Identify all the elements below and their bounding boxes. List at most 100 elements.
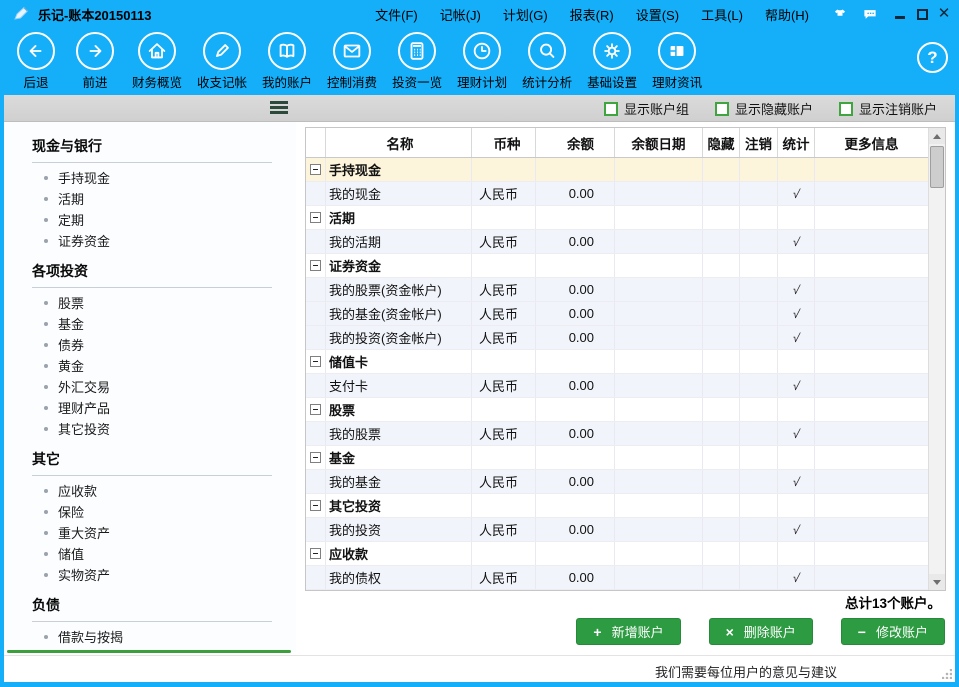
expand-cell[interactable]: [306, 494, 326, 517]
collapse-icon[interactable]: [310, 500, 321, 511]
sidebar-item[interactable]: 定期: [4, 209, 296, 230]
menu-item-5[interactable]: 工具(L): [701, 5, 743, 24]
skin-theme-icon[interactable]: [830, 6, 850, 22]
display-option-1[interactable]: 显示隐藏账户: [715, 99, 813, 118]
menu-item-3[interactable]: 报表(R): [570, 5, 614, 24]
checkbox-icon[interactable]: [715, 102, 729, 116]
maximize-button[interactable]: [915, 7, 929, 21]
feedback-bubble-icon[interactable]: [860, 6, 880, 22]
toolbar-button-finance-overview[interactable]: 财务概览: [132, 32, 182, 91]
expand-cell[interactable]: [306, 398, 326, 421]
menu-item-1[interactable]: 记帐(J): [440, 5, 481, 24]
toolbar-button-statistics[interactable]: 统计分析: [522, 32, 572, 91]
account-row[interactable]: 支付卡人民币0.00√: [306, 374, 928, 398]
group-row[interactable]: 基金: [306, 446, 928, 470]
sidebar-item[interactable]: 证券资金: [4, 230, 296, 251]
checkbox-icon[interactable]: [604, 102, 618, 116]
collapse-icon[interactable]: [310, 260, 321, 271]
checkbox-icon[interactable]: [839, 102, 853, 116]
scroll-down-icon[interactable]: [929, 574, 945, 590]
display-option-0[interactable]: 显示账户组: [604, 99, 689, 118]
expand-cell[interactable]: [306, 206, 326, 229]
collapse-icon[interactable]: [310, 452, 321, 463]
menu-item-0[interactable]: 文件(F): [375, 5, 418, 24]
sidebar-item[interactable]: 股票: [4, 292, 296, 313]
menu-item-4[interactable]: 设置(S): [636, 5, 679, 24]
sidebar-item[interactable]: 借款与按揭: [4, 626, 296, 647]
header-cell-0[interactable]: 名称: [326, 128, 472, 157]
account-row[interactable]: 我的活期人民币0.00√: [306, 230, 928, 254]
toolbar-button-forward[interactable]: 前进: [73, 32, 117, 91]
action-button-2[interactable]: −修改账户: [841, 618, 945, 645]
scroll-up-icon[interactable]: [929, 128, 945, 144]
group-row[interactable]: 活期: [306, 206, 928, 230]
header-cell-6[interactable]: 统计: [778, 128, 815, 157]
book-icon: [268, 32, 306, 70]
account-row[interactable]: 我的基金(资金帐户)人民币0.00√: [306, 302, 928, 326]
menu-item-2[interactable]: 计划(G): [503, 5, 548, 24]
sidebar-item[interactable]: 储值: [4, 543, 296, 564]
sidebar-item[interactable]: 保险: [4, 501, 296, 522]
expand-cell[interactable]: [306, 350, 326, 373]
account-row[interactable]: 我的投资(资金帐户)人民币0.00√: [306, 326, 928, 350]
account-row[interactable]: 我的债权人民币0.00√: [306, 566, 928, 590]
header-cell-7[interactable]: 更多信息: [815, 128, 928, 157]
toolbar-button-financial-plan[interactable]: 理财计划: [457, 32, 507, 91]
sidebar-item[interactable]: 其它投资: [4, 418, 296, 439]
minimize-button[interactable]: [893, 7, 907, 21]
header-cell-4[interactable]: 隐藏: [703, 128, 740, 157]
toolbar-button-investment-overview[interactable]: 投资一览: [392, 32, 442, 91]
sidebar-item[interactable]: 债券: [4, 334, 296, 355]
sidebar-item[interactable]: 基金: [4, 313, 296, 334]
toolbar-button-my-accounts[interactable]: 我的账户: [262, 32, 312, 91]
action-button-0[interactable]: +新增账户: [576, 618, 680, 645]
header-cell-3[interactable]: 余额日期: [615, 128, 703, 157]
toolbar: 后退前进财务概览收支记帐我的账户控制消费投资一览理财计划统计分析基础设置理财资讯: [0, 28, 959, 95]
sidebar-item[interactable]: 重大资产: [4, 522, 296, 543]
sidebar-item[interactable]: 理财产品: [4, 397, 296, 418]
toolbar-button-financial-news[interactable]: 理财资讯: [652, 32, 702, 91]
sidebar-toggle-icon[interactable]: [270, 101, 288, 116]
resize-grip[interactable]: [942, 669, 952, 679]
sidebar-item[interactable]: 应收款: [4, 480, 296, 501]
collapse-icon[interactable]: [310, 404, 321, 415]
toolbar-button-basic-settings[interactable]: 基础设置: [587, 32, 637, 91]
collapse-icon[interactable]: [310, 548, 321, 559]
help-button[interactable]: ?: [917, 42, 948, 73]
account-row[interactable]: 我的现金人民币0.00√: [306, 182, 928, 206]
collapse-icon[interactable]: [310, 356, 321, 367]
toolbar-button-back[interactable]: 后退: [14, 32, 58, 91]
account-row[interactable]: 我的投资人民币0.00√: [306, 518, 928, 542]
header-cell-5[interactable]: 注销: [740, 128, 778, 157]
toolbar-button-spending-control[interactable]: 控制消费: [327, 32, 377, 91]
sidebar-item[interactable]: 手持现金: [4, 167, 296, 188]
vertical-scrollbar[interactable]: [928, 128, 945, 590]
group-row[interactable]: 股票: [306, 398, 928, 422]
sidebar-item[interactable]: 外汇交易: [4, 376, 296, 397]
expand-cell[interactable]: [306, 158, 326, 181]
group-row[interactable]: 手持现金: [306, 158, 928, 182]
sidebar-item[interactable]: 黄金: [4, 355, 296, 376]
account-row[interactable]: 我的基金人民币0.00√: [306, 470, 928, 494]
group-row[interactable]: 证券资金: [306, 254, 928, 278]
expand-cell[interactable]: [306, 542, 326, 565]
close-button[interactable]: ✕: [937, 7, 951, 21]
scrollbar-thumb[interactable]: [930, 146, 944, 188]
toolbar-button-bookkeeping[interactable]: 收支记帐: [197, 32, 247, 91]
collapse-icon[interactable]: [310, 164, 321, 175]
sidebar-item[interactable]: 实物资产: [4, 564, 296, 585]
header-cell-2[interactable]: 余额: [536, 128, 615, 157]
expand-cell[interactable]: [306, 446, 326, 469]
group-row[interactable]: 应收款: [306, 542, 928, 566]
display-option-2[interactable]: 显示注销账户: [839, 99, 937, 118]
collapse-icon[interactable]: [310, 212, 321, 223]
header-cell-1[interactable]: 币种: [472, 128, 536, 157]
action-button-1[interactable]: ×删除账户: [709, 618, 813, 645]
sidebar-item[interactable]: 活期: [4, 188, 296, 209]
expand-cell[interactable]: [306, 254, 326, 277]
group-row[interactable]: 其它投资: [306, 494, 928, 518]
group-row[interactable]: 储值卡: [306, 350, 928, 374]
account-row[interactable]: 我的股票(资金帐户)人民币0.00√: [306, 278, 928, 302]
account-row[interactable]: 我的股票人民币0.00√: [306, 422, 928, 446]
menu-item-6[interactable]: 帮助(H): [765, 5, 809, 24]
